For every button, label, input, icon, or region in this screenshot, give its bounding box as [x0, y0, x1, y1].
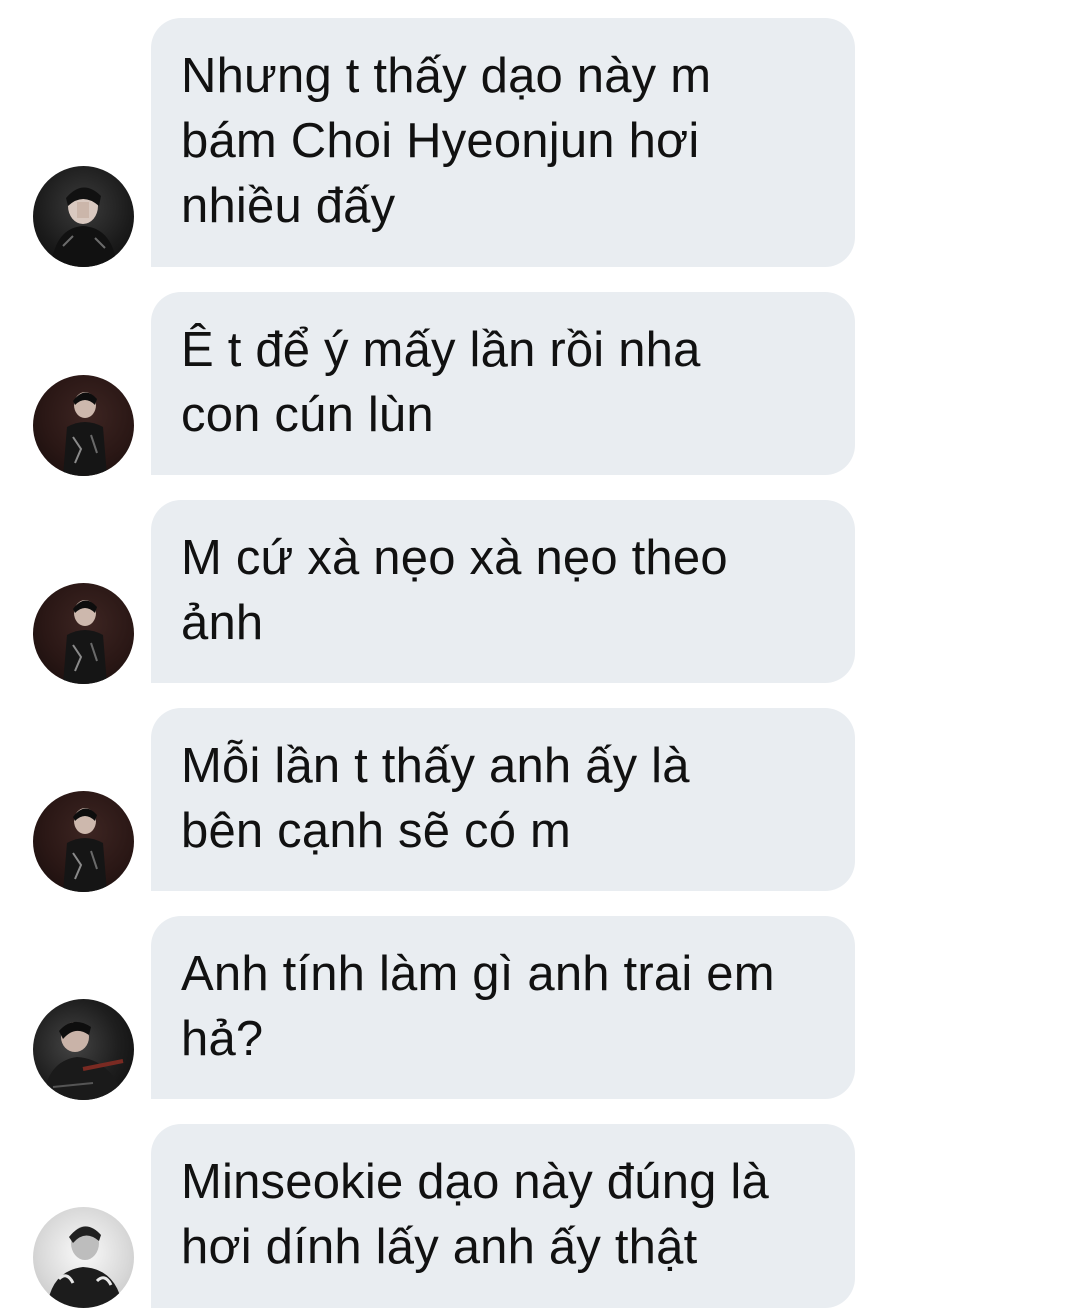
sender-avatar[interactable]	[33, 1207, 134, 1308]
sender-avatar[interactable]	[33, 583, 134, 684]
sender-avatar[interactable]	[33, 375, 134, 476]
message-bubble[interactable]: Minseokie dạo này đúng là hơi dính lấy a…	[151, 1124, 855, 1308]
message-text: Minseokie dạo này đúng là hơi dính lấy a…	[181, 1155, 769, 1274]
sender-avatar[interactable]	[33, 999, 134, 1100]
sender-avatar[interactable]	[33, 166, 134, 267]
message-text: Anh tính làm gì anh trai em hả?	[181, 947, 775, 1066]
message-bubble[interactable]: M cứ xà nẹo xà nẹo theo ảnh	[151, 500, 855, 683]
message-bubble[interactable]: Ê t để ý mấy lần rồi nha con cún lùn	[151, 292, 855, 475]
message-text: Mỗi lần t thấy anh ấy là bên cạnh sẽ có …	[181, 739, 690, 858]
message-bubble[interactable]: Anh tính làm gì anh trai em hả?	[151, 916, 855, 1099]
message-text: Ê t để ý mấy lần rồi nha con cún lùn	[181, 323, 701, 442]
message-text: Nhưng t thấy dạo này m bám Choi Hyeonjun…	[181, 49, 712, 233]
sender-avatar[interactable]	[33, 791, 134, 892]
message-text: M cứ xà nẹo xà nẹo theo ảnh	[181, 531, 728, 650]
message-bubble[interactable]: Nhưng t thấy dạo này m bám Choi Hyeonjun…	[151, 18, 855, 267]
chat-thread: Nhưng t thấy dạo này m bám Choi Hyeonjun…	[0, 0, 1080, 1314]
message-bubble[interactable]: Mỗi lần t thấy anh ấy là bên cạnh sẽ có …	[151, 708, 855, 891]
